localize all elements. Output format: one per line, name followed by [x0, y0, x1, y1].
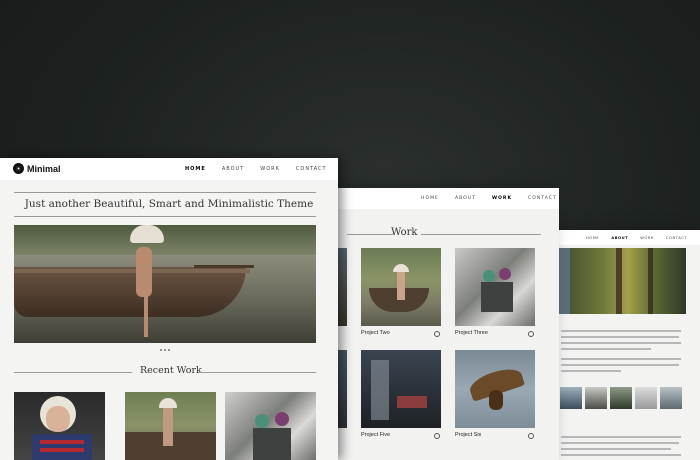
nav-work[interactable]: Work: [492, 196, 512, 201]
project-two-image[interactable]: [361, 248, 441, 326]
project-six-image[interactable]: [455, 350, 535, 428]
site-logo[interactable]: Minimal: [13, 163, 61, 174]
project-six-label[interactable]: Project Six: [455, 432, 481, 438]
nav-about[interactable]: About: [611, 236, 628, 240]
home-page-preview: Minimal Home About Work Contact Just ano…: [0, 158, 338, 460]
tagline-rule-bottom: [14, 216, 316, 217]
about-hero-image: [558, 248, 686, 314]
gear-icon[interactable]: [434, 433, 440, 439]
work-nav: Home About Work Contact: [421, 196, 559, 201]
recent-work-title: Recent Work: [140, 365, 202, 376]
recent-rule-left: [14, 372, 132, 373]
slider-pagination[interactable]: [160, 349, 170, 351]
gear-icon[interactable]: [434, 331, 440, 337]
site-tagline: Just another Beautiful, Smart and Minima…: [24, 198, 314, 210]
project-five-image[interactable]: [361, 350, 441, 428]
gallery-thumb[interactable]: [585, 387, 607, 409]
about-nav: Home About Work Contact: [586, 236, 699, 240]
work-title-rule-left: [347, 234, 393, 235]
project-three-image[interactable]: [455, 248, 535, 326]
nav-contact[interactable]: Contact: [296, 166, 327, 172]
gallery-thumb[interactable]: [560, 387, 582, 409]
nav-home[interactable]: Home: [421, 196, 439, 201]
recent-work-thumb[interactable]: [14, 392, 105, 460]
recent-work-thumb[interactable]: [125, 392, 216, 460]
recent-work-thumb[interactable]: [225, 392, 316, 460]
project-thumb-partial[interactable]: [337, 248, 347, 326]
work-header: Home About Work Contact: [337, 188, 559, 209]
home-nav: Home About Work Contact: [185, 166, 338, 172]
gallery-thumb[interactable]: [635, 387, 657, 409]
project-three-label[interactable]: Project Three: [455, 330, 488, 336]
nav-work[interactable]: Work: [640, 236, 654, 240]
hero-slider-image[interactable]: [14, 225, 316, 343]
gear-icon[interactable]: [528, 433, 534, 439]
gallery-thumb[interactable]: [660, 387, 682, 409]
work-section-title: Work: [391, 227, 418, 238]
work-title-rule-right: [421, 234, 541, 235]
nav-contact[interactable]: Contact: [666, 236, 687, 240]
recent-rule-right: [198, 372, 316, 373]
project-two-label[interactable]: Project Two: [361, 330, 390, 336]
about-header: Home About Work Contact: [558, 230, 700, 245]
tagline-rule-top: [14, 192, 316, 193]
eye-logo-icon: [13, 163, 24, 174]
gear-icon[interactable]: [528, 331, 534, 337]
nav-contact[interactable]: Contact: [528, 196, 557, 201]
nav-home[interactable]: Home: [185, 166, 206, 172]
logo-text: Minimal: [27, 163, 61, 174]
work-page-preview: Home About Work Contact Work Project Two…: [337, 188, 559, 460]
home-header: Minimal Home About Work Contact: [0, 158, 338, 180]
nav-about[interactable]: About: [455, 196, 476, 201]
nav-home[interactable]: Home: [586, 236, 599, 240]
nav-work[interactable]: Work: [260, 166, 280, 172]
project-thumb-partial[interactable]: [337, 350, 347, 428]
gallery-thumb[interactable]: [610, 387, 632, 409]
about-page-preview: Home About Work Contact: [558, 230, 700, 460]
project-five-label[interactable]: Project Five: [361, 432, 390, 438]
nav-about[interactable]: About: [222, 166, 244, 172]
